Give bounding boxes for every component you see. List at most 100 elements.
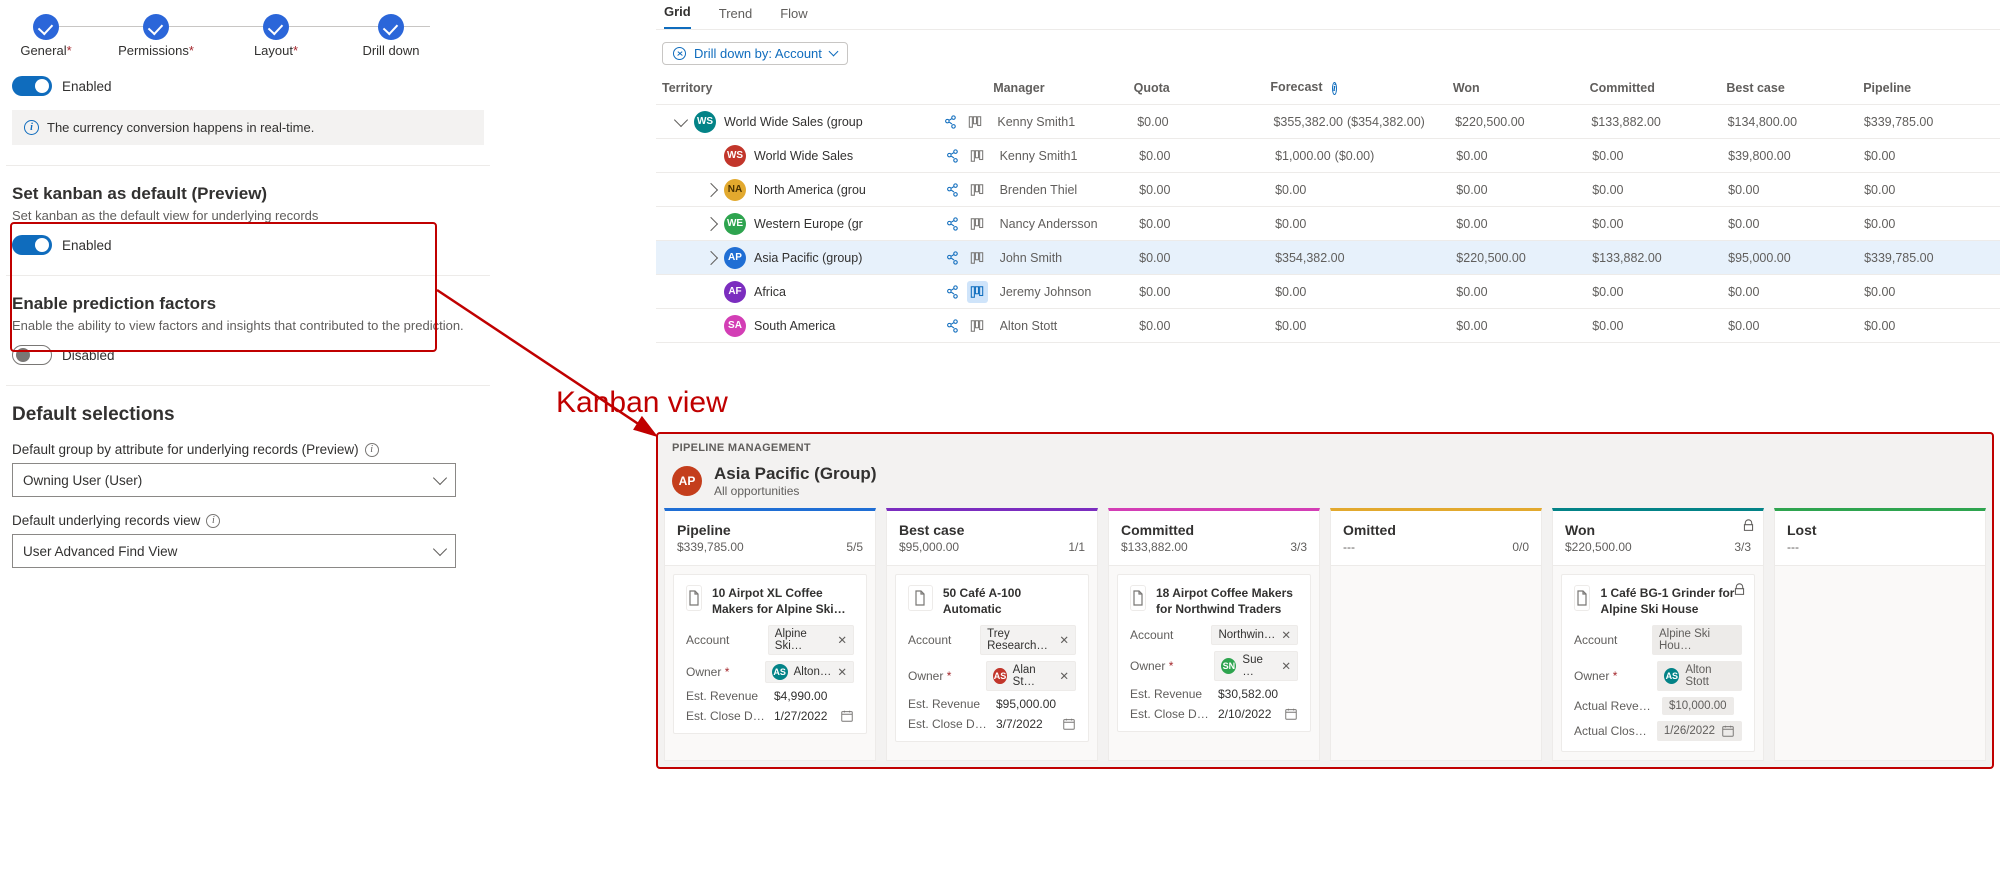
expander-closed-icon[interactable]: [704, 250, 718, 264]
calendar-icon[interactable]: [1062, 717, 1076, 731]
remove-icon[interactable]: ✕: [1059, 669, 1069, 683]
share-icon[interactable]: [942, 315, 963, 337]
manager-cell: Brenden Thiel: [1000, 183, 1140, 197]
groupby-select[interactable]: Owning User (User): [12, 463, 456, 497]
kanban-icon[interactable]: [967, 145, 988, 167]
account-pill[interactable]: Trey Research… ✕: [980, 625, 1076, 655]
won-cell: $220,500.00: [1455, 115, 1591, 129]
territory-name: South America: [754, 319, 835, 333]
remove-icon[interactable]: ✕: [1281, 659, 1291, 673]
lane-body[interactable]: [1774, 566, 1986, 761]
owner-pill[interactable]: ASAlton… ✕: [765, 661, 854, 683]
bestcase-cell: $39,800.00: [1728, 149, 1864, 163]
territory-badge: WS: [694, 111, 716, 133]
forecast-cell: $0.00: [1275, 285, 1456, 299]
quota-cell: $0.00: [1139, 183, 1275, 197]
tab-trend[interactable]: Trend: [719, 6, 752, 29]
pipeline-cell: $0.00: [1864, 217, 2000, 231]
remove-icon[interactable]: ✕: [1059, 633, 1069, 647]
account-pill[interactable]: Northwin… ✕: [1211, 625, 1298, 645]
bestcase-cell: $0.00: [1728, 183, 1864, 197]
kanban-icon[interactable]: [967, 247, 988, 269]
lane-header: Omitted ---0/0: [1330, 508, 1542, 566]
view-select[interactable]: User Advanced Find View: [12, 534, 456, 568]
expander-closed-icon[interactable]: [704, 216, 718, 230]
grid-row[interactable]: WS World Wide Sales Kenny Smith1 $0.00 $…: [656, 139, 2000, 173]
grid-row[interactable]: WS World Wide Sales (group Kenny Smith1 …: [656, 105, 2000, 139]
revenue-value: $4,990.00: [774, 689, 827, 703]
wizard-step[interactable]: Layout*: [226, 14, 326, 58]
territory-name: World Wide Sales (group: [724, 115, 863, 129]
prediction-toggle[interactable]: [12, 345, 52, 365]
remove-icon[interactable]: ✕: [1281, 628, 1291, 642]
opportunity-icon: [686, 585, 702, 611]
wizard-step[interactable]: Permissions*: [106, 14, 206, 58]
kanban-toggle[interactable]: [12, 235, 52, 255]
kanban-card[interactable]: 10 Airpot XL Coffee Makers for Alpine Sk…: [673, 574, 867, 734]
forecast-cell: $354,382.00: [1275, 251, 1456, 265]
grid-row[interactable]: AF Africa Jeremy Johnson $0.00 $0.00 $0.…: [656, 275, 2000, 309]
share-icon[interactable]: [942, 145, 963, 167]
wizard-step[interactable]: General*: [0, 14, 96, 58]
grid-row[interactable]: SA South America Alton Stott $0.00 $0.00…: [656, 309, 2000, 343]
tab-grid[interactable]: Grid: [664, 4, 691, 29]
lane-body[interactable]: 18 Airpot Coffee Makers for Northwind Tr…: [1108, 566, 1320, 761]
manager-cell: John Smith: [1000, 251, 1140, 265]
lane-body[interactable]: 1 Café BG-1 Grinder for Alpine Ski House…: [1552, 566, 1764, 761]
account-pill[interactable]: Alpine Ski… ✕: [768, 625, 854, 655]
manager-cell: Alton Stott: [1000, 319, 1140, 333]
lane-body[interactable]: 10 Airpot XL Coffee Makers for Alpine Sk…: [664, 566, 876, 761]
bestcase-cell: $0.00: [1728, 217, 1864, 231]
manager-cell: Nancy Andersson: [1000, 217, 1140, 231]
info-icon[interactable]: i: [1332, 82, 1337, 95]
drilldown-chip[interactable]: Drill down by: Account: [662, 42, 848, 65]
share-icon[interactable]: [942, 213, 963, 235]
kanban-icon[interactable]: [967, 179, 988, 201]
kanban-header: PIPELINE MANAGEMENT: [658, 434, 1992, 462]
committed-cell: $0.00: [1592, 183, 1728, 197]
quota-cell: $0.00: [1139, 319, 1275, 333]
share-icon[interactable]: [942, 281, 963, 303]
card-title: 50 Café A-100 Automatic: [943, 585, 1076, 617]
remove-icon[interactable]: ✕: [837, 665, 847, 679]
kanban-card[interactable]: 18 Airpot Coffee Makers for Northwind Tr…: [1117, 574, 1311, 732]
calendar-icon[interactable]: [840, 709, 854, 723]
wizard-step[interactable]: Drill down: [341, 14, 441, 58]
share-icon[interactable]: [942, 179, 963, 201]
kanban-icon[interactable]: [967, 213, 988, 235]
kanban-lane: Committed $133,882.003/3 18 Airpot Coffe…: [1108, 508, 1320, 761]
quota-cell: $0.00: [1139, 251, 1275, 265]
grid-row[interactable]: NA North America (grou Brenden Thiel $0.…: [656, 173, 2000, 207]
revenue-value: $95,000.00: [996, 697, 1056, 711]
help-icon[interactable]: i: [365, 443, 379, 457]
view-label: Default underlying records view i: [12, 513, 484, 528]
lane-body[interactable]: [1330, 566, 1542, 761]
territory-badge: SA: [724, 315, 746, 337]
owner-pill[interactable]: ASAlan St… ✕: [986, 661, 1076, 691]
grid-row[interactable]: WE Western Europe (gr Nancy Andersson $0…: [656, 207, 2000, 241]
check-icon: [143, 14, 169, 40]
share-icon[interactable]: [939, 111, 960, 133]
expander-closed-icon[interactable]: [704, 182, 718, 196]
help-icon[interactable]: i: [206, 514, 220, 528]
grid-row[interactable]: AP Asia Pacific (group) John Smith $0.00…: [656, 241, 2000, 275]
calendar-icon[interactable]: [1284, 707, 1298, 721]
view-tabs: Grid Trend Flow: [656, 0, 2000, 30]
defaults-section: Default selections Default group by attr…: [6, 404, 490, 568]
manager-cell: Kenny Smith1: [997, 115, 1137, 129]
share-icon[interactable]: [942, 247, 963, 269]
chevron-down-icon: [828, 47, 838, 57]
expander-open-icon[interactable]: [674, 113, 688, 127]
kanban-icon[interactable]: [967, 315, 988, 337]
kanban-icon[interactable]: [965, 111, 986, 133]
lane-body[interactable]: 50 Café A-100 Automatic AccountTrey Rese…: [886, 566, 1098, 761]
lane-header: Pipeline $339,785.005/5: [664, 508, 876, 566]
kanban-card[interactable]: 50 Café A-100 Automatic AccountTrey Rese…: [895, 574, 1089, 742]
remove-icon[interactable]: ✕: [837, 633, 847, 647]
currency-toggle[interactable]: [12, 76, 52, 96]
kanban-icon[interactable]: [967, 281, 988, 303]
kanban-card[interactable]: 1 Café BG-1 Grinder for Alpine Ski House…: [1561, 574, 1755, 752]
owner-pill[interactable]: SNSue … ✕: [1214, 651, 1298, 681]
won-cell: $220,500.00: [1456, 251, 1592, 265]
tab-flow[interactable]: Flow: [780, 6, 807, 29]
